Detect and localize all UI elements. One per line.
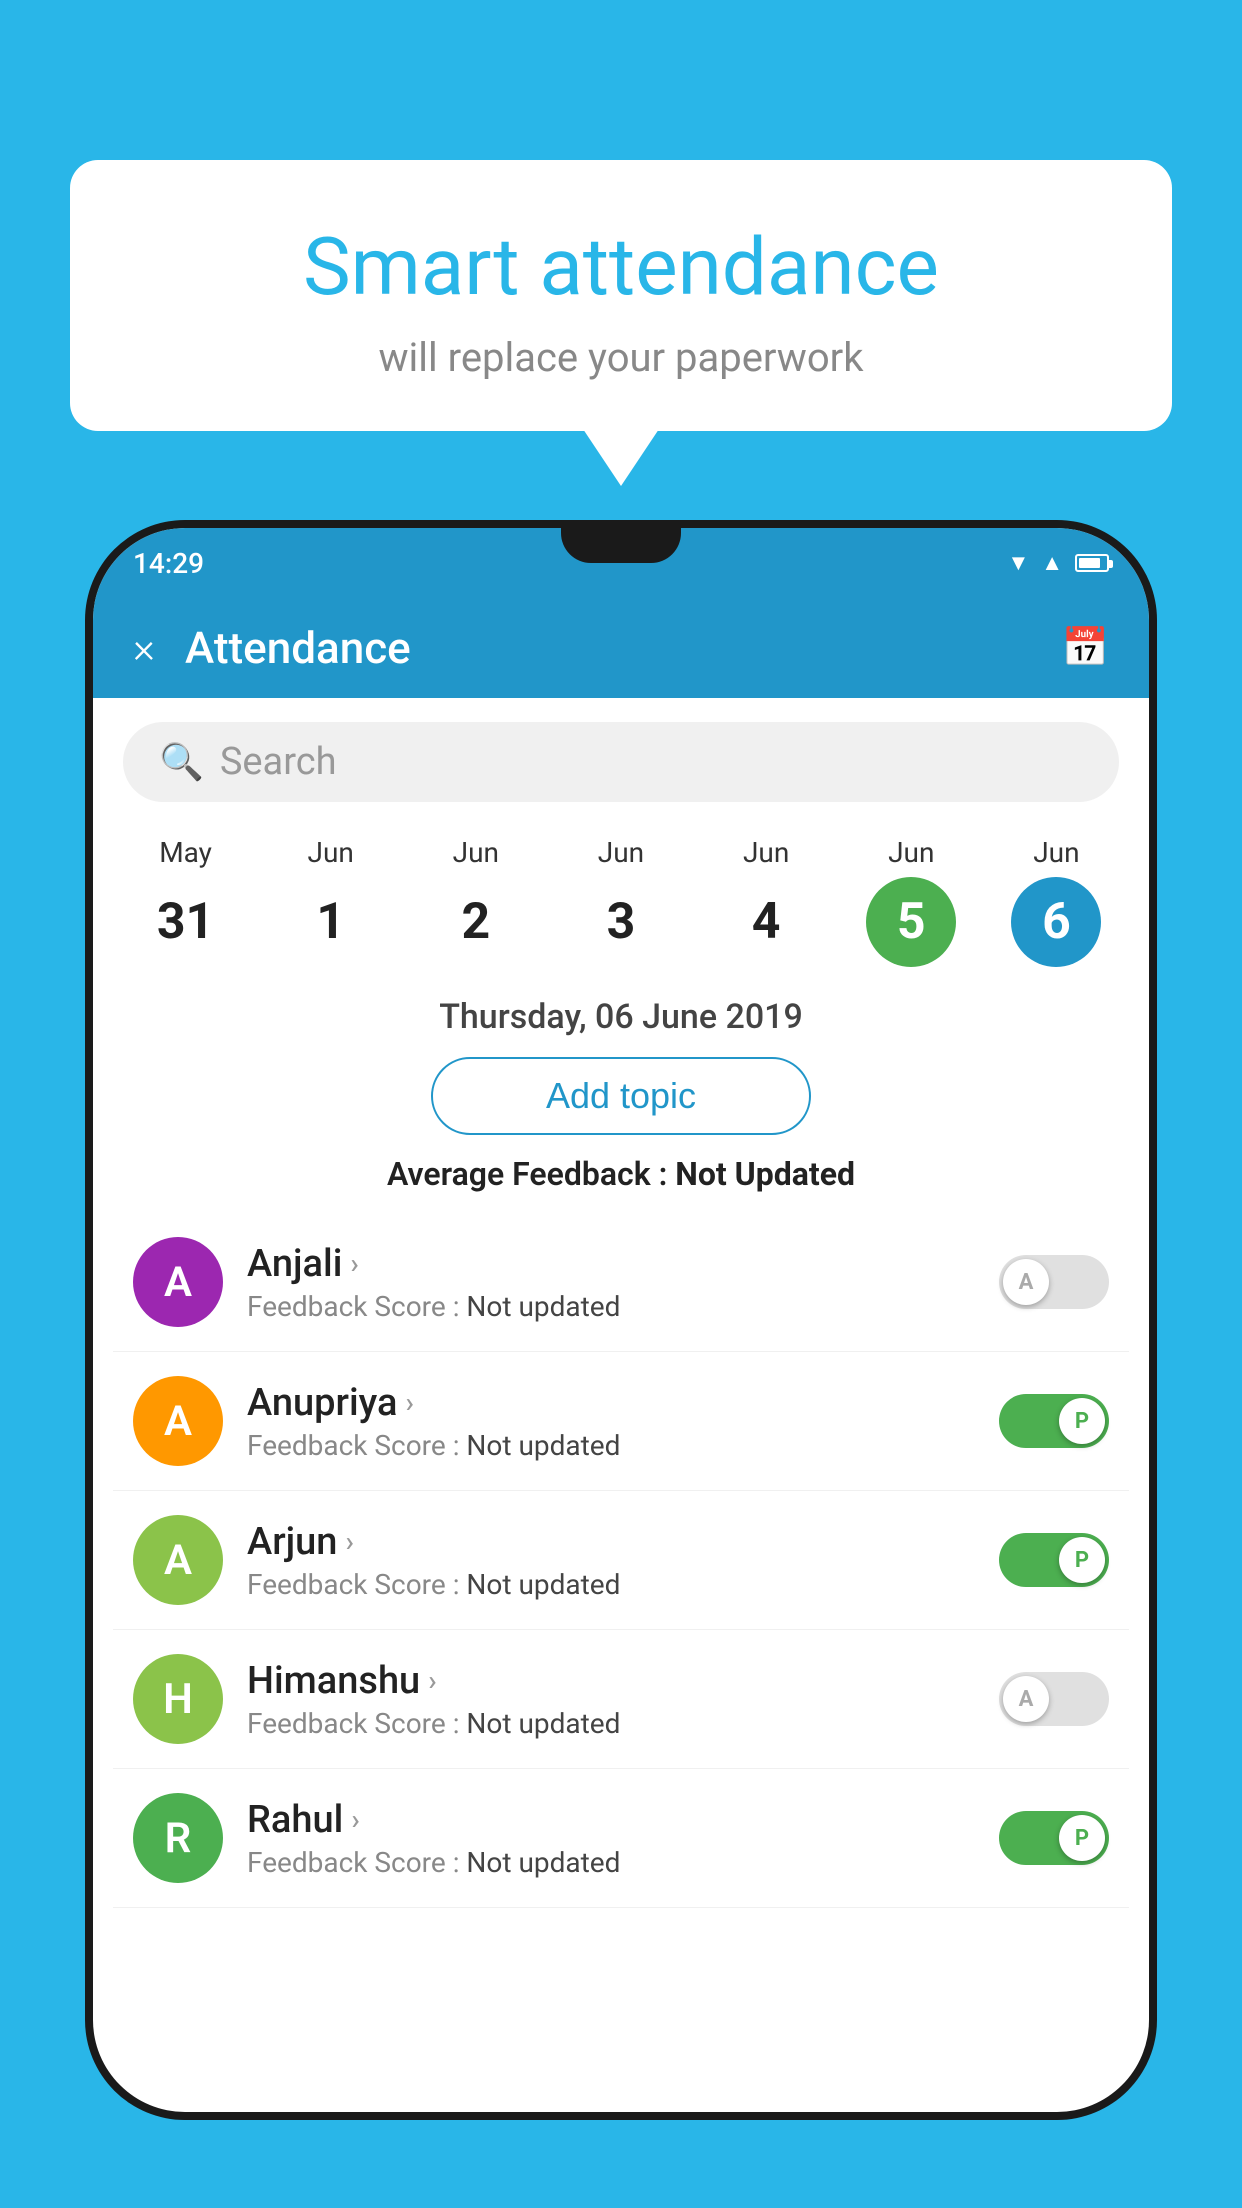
search-bar[interactable]: 🔍 Search (123, 722, 1119, 802)
avg-feedback: Average Feedback : Not Updated (93, 1155, 1149, 1193)
attendance-toggle[interactable]: A (999, 1255, 1109, 1309)
avg-feedback-label: Average Feedback : (387, 1155, 675, 1193)
feedback-score: Feedback Score : Not updated (247, 1707, 975, 1740)
selected-date: Thursday, 06 June 2019 (93, 987, 1149, 1057)
day-number[interactable]: 2 (431, 877, 521, 967)
date-item[interactable]: May 31 (141, 836, 231, 967)
date-item[interactable]: Jun 3 (576, 836, 666, 967)
day-number[interactable]: 3 (576, 877, 666, 967)
date-item[interactable]: Jun 1 (286, 836, 376, 967)
chevron-icon: › (351, 1803, 359, 1836)
toggle-knob: A (1003, 1676, 1049, 1722)
student-name: Himanshu › (247, 1659, 975, 1703)
toggle-knob: P (1059, 1815, 1105, 1861)
toggle-knob: A (1003, 1259, 1049, 1305)
avatar: A (133, 1237, 223, 1327)
add-topic-button[interactable]: Add topic (431, 1057, 811, 1135)
month-label: Jun (598, 836, 644, 869)
bubble-subtitle: will replace your paperwork (120, 334, 1122, 381)
student-info: Himanshu › Feedback Score : Not updated (247, 1659, 975, 1740)
status-icons: ▼ ▲ (1007, 550, 1109, 576)
month-label: Jun (888, 836, 934, 869)
date-item[interactable]: Jun 2 (431, 836, 521, 967)
status-time: 14:29 (133, 547, 204, 580)
student-info: Rahul › Feedback Score : Not updated (247, 1798, 975, 1879)
student-name: Arjun › (247, 1520, 975, 1564)
student-name: Anupriya › (247, 1381, 975, 1425)
toggle-knob: P (1059, 1398, 1105, 1444)
bubble-title: Smart attendance (120, 220, 1122, 314)
attendance-toggle[interactable]: P (999, 1394, 1109, 1448)
day-number[interactable]: 4 (721, 877, 811, 967)
app-bar: × Attendance 📅 (93, 598, 1149, 698)
date-scroll: May 31 Jun 1 Jun 2 Jun 3 Jun 4 Jun 5 Jun 6 (93, 826, 1149, 987)
list-item[interactable]: R Rahul › Feedback Score : Not updated P (113, 1769, 1129, 1908)
student-info: Anjali › Feedback Score : Not updated (247, 1242, 975, 1323)
student-info: Anupriya › Feedback Score : Not updated (247, 1381, 975, 1462)
student-list: AAnjali ›Feedback Score : Not updatedAAA… (93, 1213, 1149, 1908)
feedback-score: Feedback Score : Not updated (247, 1429, 975, 1462)
month-label: Jun (308, 836, 354, 869)
search-placeholder: Search (220, 740, 337, 784)
date-item[interactable]: Jun 5 (866, 836, 956, 967)
list-item[interactable]: H Himanshu › Feedback Score : Not updated A (113, 1630, 1129, 1769)
chevron-icon: › (345, 1525, 353, 1558)
wifi-icon: ▼ (1007, 550, 1029, 576)
close-button[interactable]: × (133, 624, 155, 673)
month-label: Jun (743, 836, 789, 869)
day-number[interactable]: 6 (1011, 877, 1101, 967)
list-item[interactable]: A Anjali › Feedback Score : Not updated A (113, 1213, 1129, 1352)
search-icon: 🔍 (159, 741, 204, 783)
chevron-icon: › (405, 1386, 413, 1419)
month-label: May (159, 836, 212, 869)
month-label: Jun (1033, 836, 1079, 869)
attendance-toggle[interactable]: A (999, 1672, 1109, 1726)
list-item[interactable]: A Arjun › Feedback Score : Not updated P (113, 1491, 1129, 1630)
avatar: H (133, 1654, 223, 1744)
avatar: R (133, 1793, 223, 1883)
student-name: Anjali › (247, 1242, 975, 1286)
student-name: Rahul › (247, 1798, 975, 1842)
chevron-icon: › (350, 1247, 358, 1280)
phone-screen: 14:29 ▼ ▲ × Attendance 📅 🔍 Search (93, 528, 1149, 2112)
battery-icon (1075, 554, 1109, 572)
app-title: Attendance (185, 622, 1062, 674)
day-number[interactable]: 31 (141, 877, 231, 967)
calendar-icon[interactable]: 📅 (1062, 626, 1109, 670)
feedback-score: Feedback Score : Not updated (247, 1568, 975, 1601)
date-item[interactable]: Jun 6 (1011, 836, 1101, 967)
status-bar: 14:29 ▼ ▲ (93, 528, 1149, 598)
speech-bubble: Smart attendance will replace your paper… (70, 160, 1172, 431)
feedback-score: Feedback Score : Not updated (247, 1846, 975, 1879)
day-number[interactable]: 5 (866, 877, 956, 967)
date-item[interactable]: Jun 4 (721, 836, 811, 967)
day-number[interactable]: 1 (286, 877, 376, 967)
avatar: A (133, 1515, 223, 1605)
student-info: Arjun › Feedback Score : Not updated (247, 1520, 975, 1601)
toggle-knob: P (1059, 1537, 1105, 1583)
attendance-toggle[interactable]: P (999, 1811, 1109, 1865)
feedback-score: Feedback Score : Not updated (247, 1290, 975, 1323)
phone-shell: 14:29 ▼ ▲ × Attendance 📅 🔍 Search (85, 520, 1157, 2120)
attendance-toggle[interactable]: P (999, 1533, 1109, 1587)
month-label: Jun (453, 836, 499, 869)
chevron-icon: › (428, 1664, 436, 1697)
avatar: A (133, 1376, 223, 1466)
signal-icon: ▲ (1041, 550, 1063, 576)
avg-feedback-value: Not Updated (675, 1155, 855, 1193)
phone-container: 14:29 ▼ ▲ × Attendance 📅 🔍 Search (85, 520, 1157, 2208)
list-item[interactable]: A Anupriya › Feedback Score : Not updated P (113, 1352, 1129, 1491)
